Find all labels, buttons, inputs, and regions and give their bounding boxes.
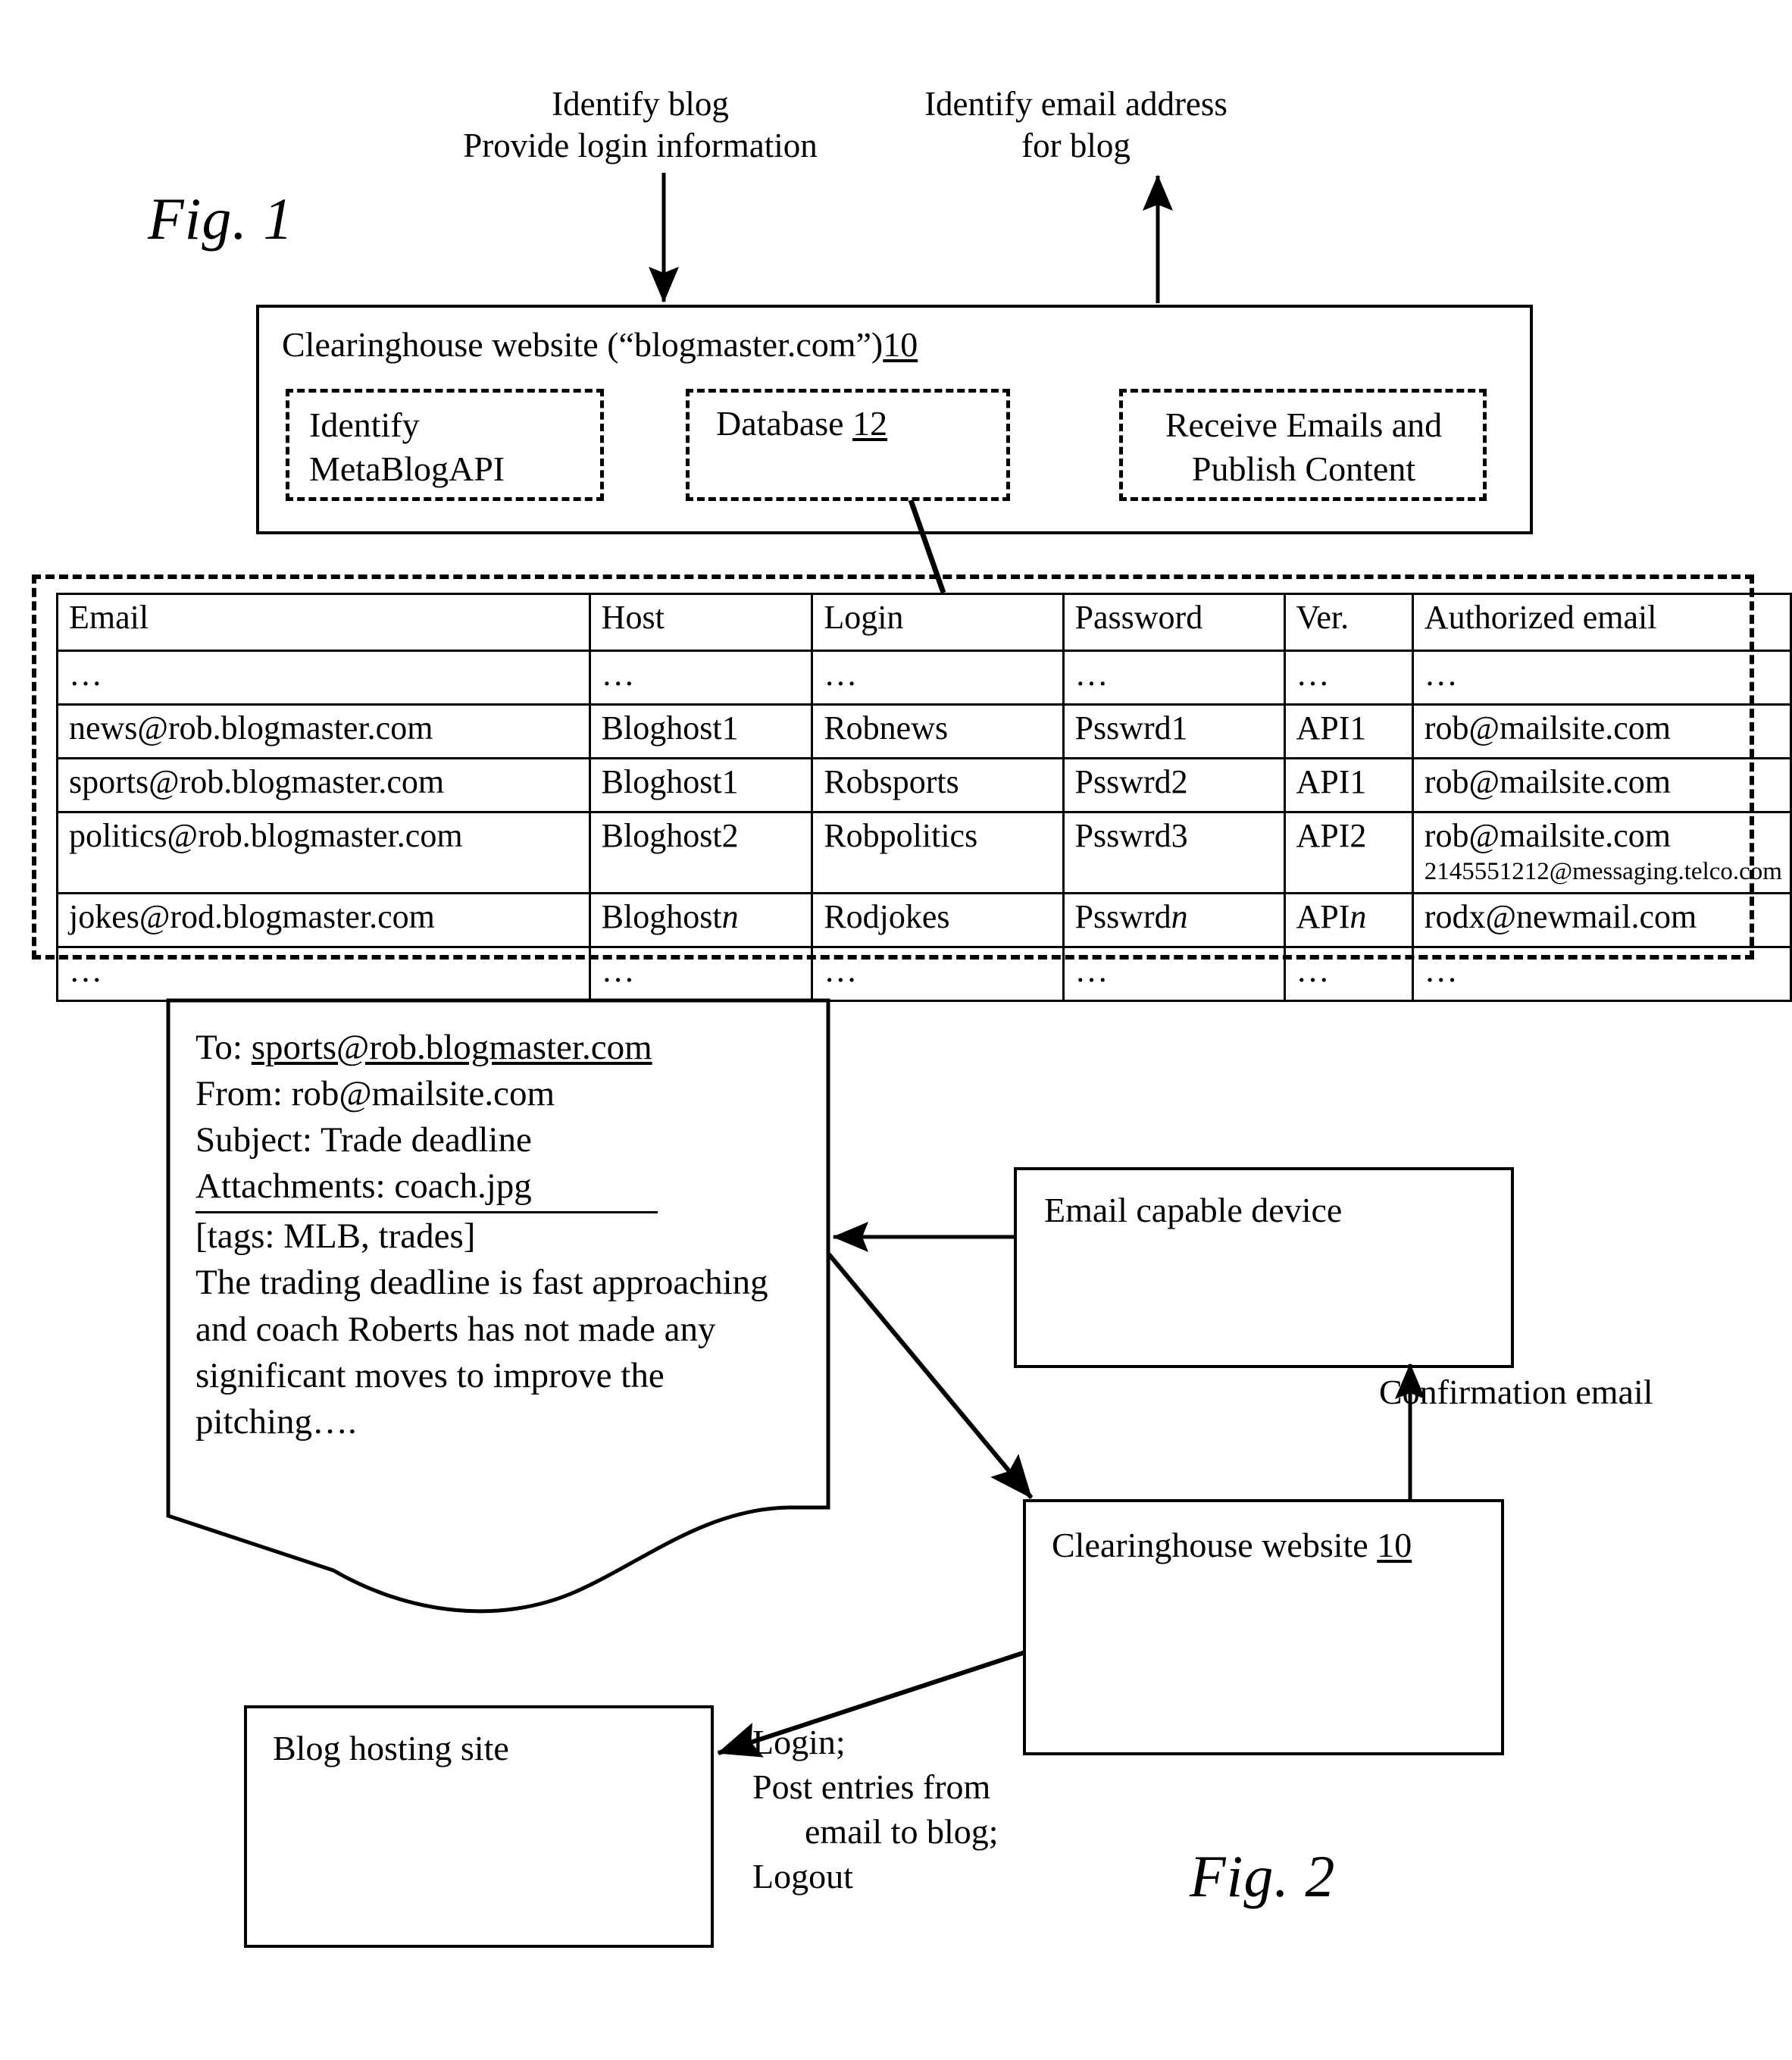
column-header: Authorized email [1411, 593, 1792, 652]
email-attachments-value: coach.jpg [394, 1166, 532, 1207]
table-cell-login: Robsports [811, 757, 1065, 813]
clearinghouse-website-ref-fig2: 10 [1377, 1526, 1412, 1564]
module-database-label: Database 12 [716, 403, 887, 443]
module-database-text: Database [716, 404, 853, 443]
column-header: Login [811, 593, 1065, 652]
clearinghouse-title-text: Clearinghouse website (“blogmaster.com”) [282, 325, 883, 364]
column-header: Password [1062, 593, 1286, 652]
table-cell-authorized: … [1411, 650, 1792, 706]
table-cell-ver: API1 [1283, 757, 1414, 813]
email-subject-value: Trade deadline [320, 1120, 532, 1160]
column-header: Email [56, 593, 591, 652]
fig1-callout-left: Identify blog Provide login information [463, 85, 818, 164]
table-cell-authorized: rob@mailsite.com [1411, 703, 1792, 759]
email-attachments-line: Attachments: coach.jpg [195, 1163, 658, 1214]
italic-suffix: n [721, 898, 739, 935]
table-cell-login: Robpolitics [811, 811, 1065, 894]
blog-hosting-site-label: Blog hosting site [273, 1729, 509, 1767]
table-row: news@rob.blogmaster.com Bloghost1 Robnews P… [56, 703, 1792, 759]
table-cell-password: Psswrdn [1062, 892, 1286, 948]
table-cell-password: … [1062, 650, 1286, 706]
table-cell-password: … [1062, 946, 1286, 1002]
fig1-callout-right: Identify email address for blog [924, 85, 1228, 164]
arrow-email-to-clearinghouse [827, 1253, 1034, 1499]
table-cell-email: news@rob.blogmaster.com [56, 703, 591, 759]
email-message-content: To: sports@rob.blogmaster.com From: rob@… [195, 1025, 802, 1445]
column-header: Host [588, 593, 814, 652]
table-cell-login: … [811, 650, 1065, 706]
module-database-ref: 12 [852, 404, 888, 443]
column-header: Ver. [1283, 593, 1414, 652]
database-table: Email Host Login Password Ver. Authorized ema… [56, 593, 1792, 1002]
table-cell-ver: … [1283, 946, 1414, 1002]
table-cell-password: Psswrd1 [1062, 703, 1286, 759]
email-to-label: To: [195, 1028, 252, 1067]
fig2-caption: Fig. 2 [1190, 1843, 1336, 1909]
table-cell-login: … [811, 946, 1065, 1002]
clearinghouse-website-text-fig2: Clearinghouse website [1052, 1526, 1378, 1564]
email-capable-device-label: Email capable device [1044, 1191, 1343, 1229]
table-header-row: Email Host Login Password Ver. Authorized ema… [56, 593, 1792, 652]
table-row: politics@rob.blogmaster.com Bloghost2 Robp… [56, 811, 1792, 894]
email-tags-line: [tags: MLB, trades] [195, 1216, 476, 1257]
italic-suffix: n [1171, 898, 1188, 935]
module-identify-metablogapi-label: Identify MetaBlogAPI [309, 405, 505, 488]
email-attachments-label: Attachments: [195, 1166, 395, 1207]
table-cell-authorized: … [1411, 946, 1792, 1002]
fig1-caption: Fig. 1 [148, 186, 294, 252]
table-row: jokes@rod.blogmaster.com Bloghostn Rodjoke… [56, 892, 1792, 948]
table-cell-authorized: rob@mailsite.com 2145551212@messaging.tel… [1411, 811, 1792, 894]
table-cell-ver: API1 [1283, 703, 1414, 759]
table-cell-authorized: rob@mailsite.com [1411, 757, 1792, 813]
table-cell-host: … [588, 650, 814, 706]
confirmation-email-label: Confirmation email [1379, 1373, 1653, 1411]
email-body-text: The trading deadline is fast approaching… [195, 1263, 768, 1442]
email-from-line: From: rob@mailsite.com [195, 1071, 802, 1117]
table-cell-password: Psswrd2 [1062, 757, 1286, 813]
clearinghouse-title: Clearinghouse website (“blogmaster.com”)… [282, 324, 918, 365]
table-cell-ver: API2 [1283, 811, 1414, 894]
clearinghouse-ref: 10 [883, 325, 918, 364]
table-row: ……………… [56, 650, 1792, 706]
table-cell-email: sports@rob.blogmaster.com [56, 757, 591, 813]
table-cell-authorized-secondary: 2145551212@messaging.telco.com [1424, 858, 1782, 885]
table-cell-email: … [56, 946, 591, 1002]
table-cell-ver: … [1283, 650, 1414, 706]
table-cell-host: Bloghostn [588, 892, 814, 948]
table-cell-host: Bloghost1 [588, 757, 814, 813]
table-cell-email: jokes@rod.blogmaster.com [56, 892, 591, 948]
email-from-value: rob@mailsite.com [291, 1074, 555, 1114]
email-subject-label: Subject: [195, 1120, 321, 1160]
italic-suffix: n [1349, 898, 1367, 935]
table-cell-email: politics@rob.blogmaster.com [56, 811, 591, 894]
table-row: sports@rob.blogmaster.com Bloghost1 Robspo… [56, 757, 1792, 813]
table-cell-host: … [588, 946, 814, 1002]
login-post-logout-label: Login; Post entries from email to blog; … [752, 1723, 999, 1896]
table-cell-ver: APIn [1283, 892, 1414, 948]
table-cell-login: Robnews [811, 703, 1065, 759]
email-subject-line: Subject: Trade deadline [195, 1117, 802, 1163]
email-to-line: To: sports@rob.blogmaster.com [195, 1025, 802, 1071]
table-cell-password: Psswrd3 [1062, 811, 1286, 894]
table-cell-email: … [56, 650, 591, 706]
patent-figure-page: Fig. 1 Identify blog Provide login infor… [0, 0, 1792, 2060]
table-cell-authorized: rodx@newmail.com [1411, 892, 1792, 948]
email-from-label: From: [195, 1074, 292, 1114]
table-cell-host: Bloghost2 [588, 811, 814, 894]
clearinghouse-website-label-fig2: Clearinghouse website 10 [1052, 1525, 1412, 1565]
table-row: ……………… [56, 946, 1792, 1002]
table-cell-login: Rodjokes [811, 892, 1065, 948]
module-receive-publish-label: Receive Emails and Publish Content [1165, 405, 1443, 488]
table-cell-host: Bloghost1 [588, 703, 814, 759]
email-to-value: sports@rob.blogmaster.com [251, 1028, 652, 1067]
